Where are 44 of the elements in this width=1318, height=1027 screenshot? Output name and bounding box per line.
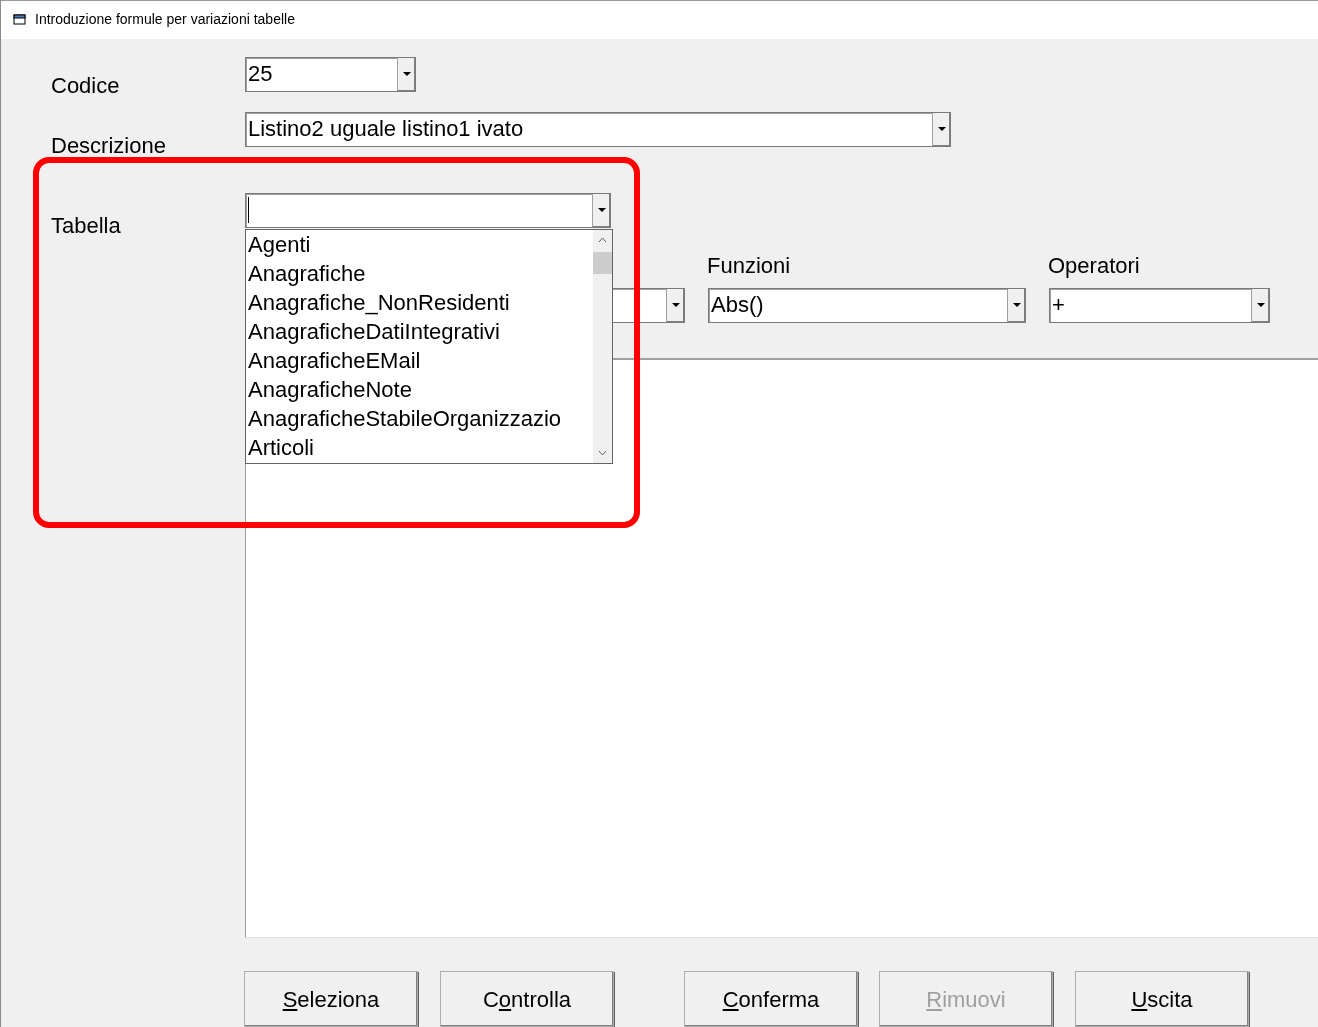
list-option[interactable]: AnagraficheDatiIntegrativi [248,316,593,346]
chevron-down-icon[interactable] [598,449,607,456]
list-option[interactable]: Anagrafiche_NonResidenti [248,287,593,317]
window-title: Introduzione formule per variazioni tabelle [35,10,295,30]
dropdown-arrow-button[interactable] [397,57,415,91]
action-button[interactable]: Conferma [684,971,858,1027]
dropdown-arrow-button[interactable] [932,112,950,146]
caret-icon [671,303,680,308]
action-button[interactable]: Controlla [440,971,614,1027]
combo-box[interactable]: Listino2 uguale listino1 ivato [245,111,951,147]
action-button[interactable]: Uscita [1075,971,1249,1027]
combo-box[interactable]: Abs() [708,287,1026,323]
caret-icon [1256,303,1265,308]
scrollbar-thumb[interactable] [593,251,612,274]
list-option[interactable]: Agenti [248,229,593,259]
combo-value: Listino2 uguale listino1 ivato [248,118,524,141]
combo-box[interactable]: 25 [245,56,416,92]
combo-value: + [1052,294,1065,317]
text-cursor [248,197,249,224]
window-icon [13,13,27,26]
list-option[interactable]: Articoli [248,432,593,462]
field-label: Tabella [51,214,122,237]
chevron-up-icon[interactable] [598,236,607,243]
combo-value: Abs() [711,294,764,317]
combo-box[interactable] [245,192,611,228]
list-option[interactable]: AnagraficheEMail [248,345,593,375]
caret-icon [597,208,606,213]
dropdown-arrow-button[interactable] [1007,288,1025,322]
field-label: Operatori [1048,254,1140,277]
field-label: Codice [51,74,121,97]
list-option[interactable]: AnagraficheNote [248,374,593,404]
combo-box[interactable]: + [1049,287,1270,323]
action-button[interactable]: Seleziona [244,971,418,1027]
dropdown-arrow-button[interactable] [1251,288,1269,322]
list-option[interactable]: AnagraficheStabileOrganizzazio [248,403,593,433]
list-option[interactable]: Anagrafiche [248,258,593,288]
combo-value: 25 [248,63,273,86]
dropdown-arrow-button[interactable] [666,288,684,322]
caret-icon [402,72,411,77]
caret-icon [1012,303,1021,308]
field-label: Descrizione [51,134,167,157]
field-label: Funzioni [707,254,792,277]
caret-icon [937,127,946,132]
dropdown-arrow-button[interactable] [592,193,610,227]
